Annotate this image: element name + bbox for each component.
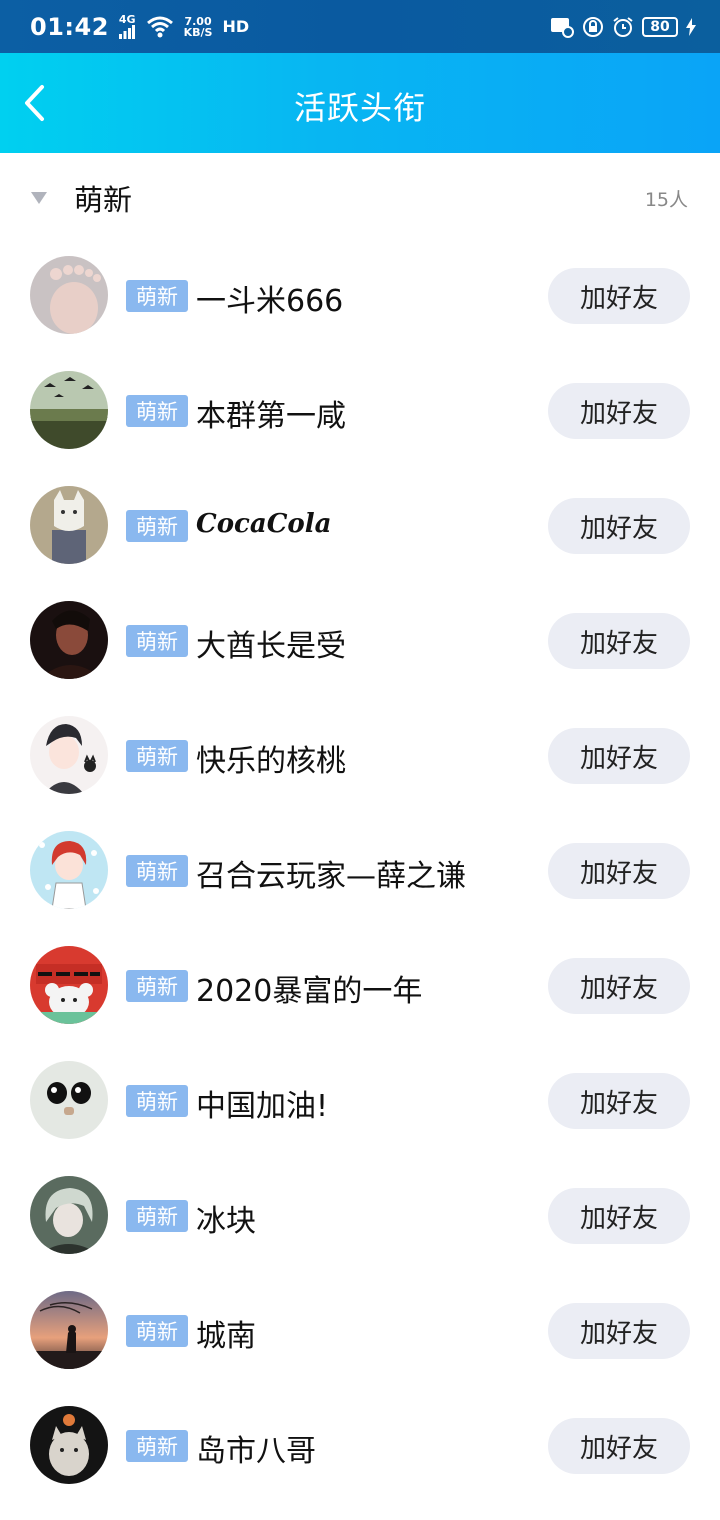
nav-bar: 活跃头衔 — [0, 53, 720, 153]
add-friend-button[interactable]: 加好友 — [548, 1418, 690, 1474]
list-item[interactable]: 萌新 城南 加好友 — [0, 1273, 720, 1388]
cartoon-eyes-avatar[interactable] — [30, 1061, 108, 1139]
anime-boy-avatar[interactable] — [30, 716, 108, 794]
title-badge: 萌新 — [126, 625, 188, 657]
add-friend-button[interactable]: 加好友 — [548, 728, 690, 784]
member-name: 岛市八哥 — [196, 1434, 316, 1469]
add-friend-button[interactable]: 加好友 — [548, 1073, 690, 1129]
network-speed: 7.00 KB/S — [184, 16, 213, 38]
title-badge: 萌新 — [126, 395, 188, 427]
add-friend-button[interactable]: 加好友 — [548, 383, 690, 439]
speed-unit: KB/S — [183, 25, 213, 39]
member-name: 中国加油! — [196, 1089, 329, 1124]
add-friend-button[interactable]: 加好友 — [548, 613, 690, 669]
charging-icon — [686, 17, 696, 36]
title-badge: 萌新 — [126, 1200, 188, 1232]
title-badge: 萌新 — [126, 1430, 188, 1462]
wifi-icon — [146, 16, 173, 37]
feet-photo-avatar[interactable] — [30, 256, 108, 334]
member-name: 2020暴富的一年 — [196, 974, 423, 1009]
list-item[interactable]: 萌新 岛市八哥 加好友 — [0, 1388, 720, 1503]
title-badge: 萌新 — [126, 280, 188, 312]
lock-rotation-icon — [583, 16, 603, 37]
anime-redhair-avatar[interactable] — [30, 831, 108, 909]
title-badge: 萌新 — [126, 740, 188, 772]
add-friend-button[interactable]: 加好友 — [548, 1188, 690, 1244]
list-item[interactable]: 萌新 大酋长是受 加好友 — [0, 583, 720, 698]
member-name: 冰块 — [196, 1204, 256, 1239]
alarm-icon — [613, 16, 633, 37]
app-header: 01:42 4G 7.00 KB/S HD 80 活跃头衔 — [0, 0, 720, 153]
cat-photo-avatar[interactable] — [30, 1406, 108, 1484]
list-item[interactable]: 萌新 召合云玩家—薛之谦 加好友 — [0, 813, 720, 928]
add-friend-button[interactable]: 加好友 — [548, 958, 690, 1014]
group-count: 15人 — [644, 189, 688, 211]
status-time: 01:42 — [30, 12, 109, 41]
member-name: CocaCola — [196, 509, 332, 539]
new-year-mouse-avatar[interactable] — [30, 946, 108, 1024]
member-name: 本群第一咸 — [196, 399, 346, 434]
add-friend-button[interactable]: 加好友 — [548, 1303, 690, 1359]
list-item[interactable]: 萌新 本群第一咸 加好友 — [0, 353, 720, 468]
title-badge: 萌新 — [126, 510, 188, 542]
cat-mask-avatar[interactable] — [30, 486, 108, 564]
group-title: 萌新 — [74, 183, 133, 217]
hd-indicator: HD — [222, 17, 250, 36]
list-item[interactable]: 萌新 一斗米666 加好友 — [0, 238, 720, 353]
battery-icon: 80 — [642, 16, 678, 37]
add-friend-button[interactable]: 加好友 — [548, 498, 690, 554]
dark-portrait-avatar[interactable] — [30, 601, 108, 679]
member-name: 快乐的核桃 — [196, 744, 346, 779]
title-badge: 萌新 — [126, 970, 188, 1002]
add-friend-button[interactable]: 加好友 — [548, 843, 690, 899]
graduation-photo-avatar[interactable] — [30, 371, 108, 449]
page-title: 活跃头衔 — [293, 89, 426, 127]
member-name: 城南 — [196, 1319, 256, 1354]
group-header[interactable]: 萌新 15人 — [0, 153, 720, 238]
title-badge: 萌新 — [126, 1315, 188, 1347]
network-type: 4G — [118, 13, 136, 26]
list-item[interactable]: 萌新 冰块 加好友 — [0, 1158, 720, 1273]
list-item[interactable]: 萌新 中国加油! 加好友 — [0, 1043, 720, 1158]
screen-cast-icon — [551, 17, 574, 38]
member-name: 大酋长是受 — [196, 629, 346, 664]
list-item[interactable]: 萌新 2020暴富的一年 加好友 — [0, 928, 720, 1043]
anime-greenhair-avatar[interactable] — [30, 1176, 108, 1254]
list-item[interactable]: 萌新 快乐的核桃 加好友 — [0, 698, 720, 813]
member-name: 一斗米666 — [196, 284, 344, 319]
title-badge: 萌新 — [126, 855, 188, 887]
speed-value: 7.00 — [184, 14, 212, 28]
signal-icon: 4G — [119, 14, 136, 39]
member-name: 召合云玩家—薛之谦 — [196, 859, 466, 894]
sunset-silhouette-avatar[interactable] — [30, 1291, 108, 1369]
title-badge: 萌新 — [126, 1085, 188, 1117]
status-bar: 01:42 4G 7.00 KB/S HD 80 — [0, 0, 720, 53]
list-item[interactable]: 萌新 CocaCola 加好友 — [0, 468, 720, 583]
caret-down-icon — [31, 192, 47, 204]
add-friend-button[interactable]: 加好友 — [548, 268, 690, 324]
